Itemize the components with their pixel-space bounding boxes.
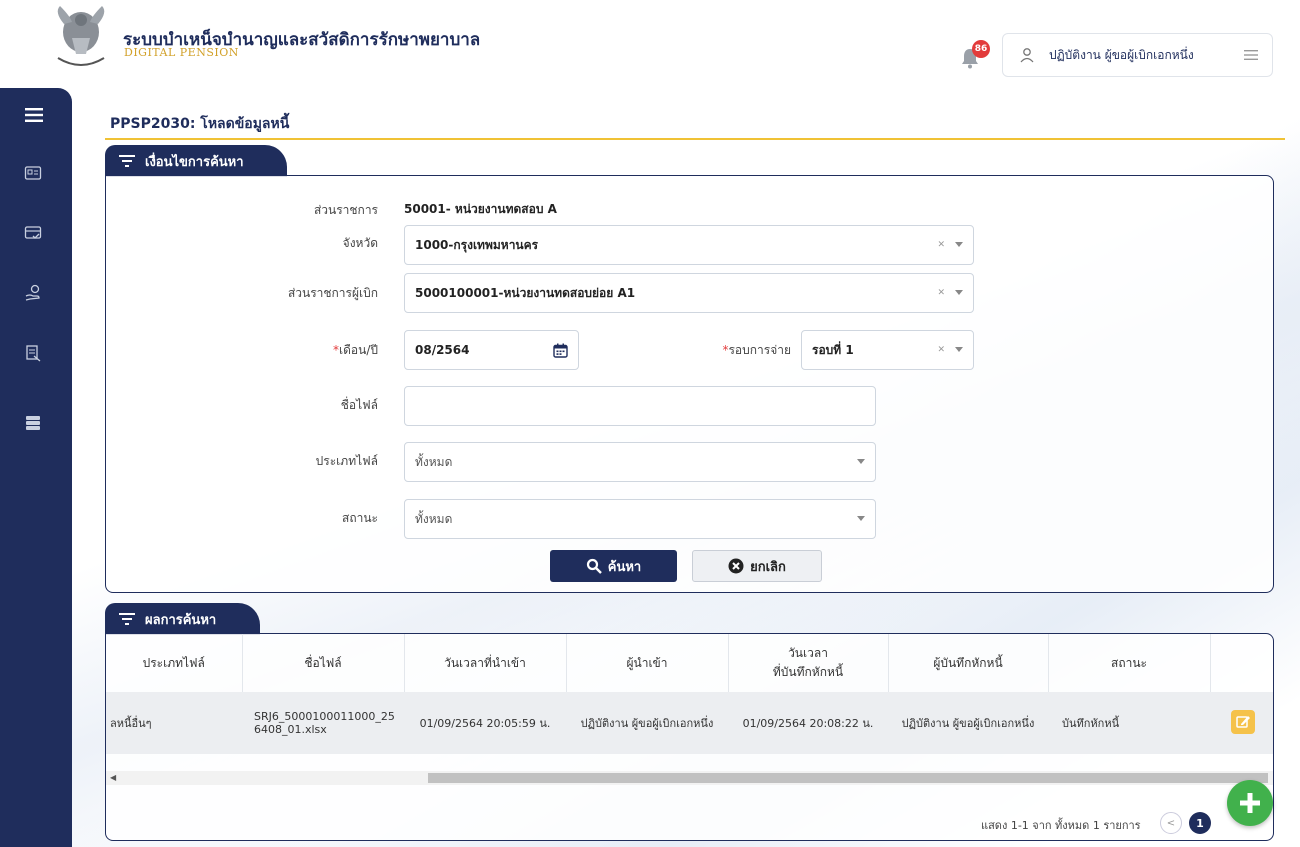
previous-page-button[interactable]: <	[1160, 812, 1182, 834]
search-section-tab: เงื่อนไขการค้นหา	[105, 145, 287, 177]
province-value: 1000-กรุงเทพมหานคร	[415, 237, 539, 252]
clear-icon[interactable]: ✕	[937, 240, 945, 250]
cancel-button-label: ยกเลิก	[750, 559, 786, 575]
sub-agency-label: ส่วนราชการผู้เบิก	[287, 286, 378, 300]
table-row[interactable]: ลหนี้อื่นๆ SRJ6_5000100011000_256408_01.…	[106, 692, 1273, 754]
scrollbar-thumb[interactable]	[428, 773, 1268, 783]
status-value: ทั้งหมด	[415, 511, 453, 526]
cell-filename: SRJ6_5000100011000_256408_01.xlsx	[242, 692, 404, 754]
cell-deduct-time: 01/09/2564 20:08:22 น.	[728, 692, 888, 754]
horizontal-scrollbar[interactable]: ◀	[106, 771, 1273, 785]
check-card-icon[interactable]	[24, 224, 42, 242]
round-value: รอบที่ 1	[812, 342, 854, 357]
filter-icon	[119, 613, 135, 625]
sub-agency-select[interactable]: 5000100001-หน่วยงานทดสอบย่อย A1 ✕	[404, 273, 974, 313]
status-select[interactable]: ทั้งหมด	[404, 499, 876, 539]
table-header-row: ประเภทไฟล์ ชื่อไฟล์ วันเวลาที่นำเข้า ผู้…	[106, 634, 1273, 692]
cell-deductor: ปฏิบัติงาน ผู้ขอผู้เบิกเอกหนึ่ง	[888, 692, 1048, 754]
results-section-title: ผลการค้นหา	[145, 612, 217, 628]
results-table: ประเภทไฟล์ ชื่อไฟล์ วันเวลาที่นำเข้า ผู้…	[106, 634, 1273, 754]
chevron-down-icon	[857, 459, 865, 464]
chevron-down-icon	[955, 347, 963, 352]
search-button-label: ค้นหา	[607, 559, 642, 575]
close-circle-icon	[728, 558, 744, 574]
add-button[interactable]	[1227, 780, 1273, 826]
hand-coin-icon[interactable]	[24, 284, 42, 302]
province-label: จังหวัด	[342, 236, 378, 250]
user-menu[interactable]: ปฏิบัติงาน ผู้ขอผู้เบิกเอกหนึ่ง	[1002, 33, 1273, 77]
clear-icon[interactable]: ✕	[937, 345, 945, 355]
agency-label: ส่วนราชการ	[313, 203, 378, 217]
filetype-label: ประเภทไฟล์	[315, 454, 378, 468]
results-section-tab: ผลการค้นหา	[105, 603, 260, 635]
hamburger-icon[interactable]	[1244, 49, 1258, 61]
agency-value: 50001- หน่วยงานทดสอบ A	[404, 202, 557, 216]
header: ระบบบำเหน็จบำนาญและสวัสดิการรักษาพยาบาล …	[0, 0, 1300, 88]
column-header	[1210, 634, 1273, 692]
column-header[interactable]: ประเภทไฟล์	[106, 634, 243, 692]
month-year-input[interactable]: 08/2564	[404, 330, 579, 370]
column-header[interactable]: ผู้บันทึกหักหนี้	[888, 634, 1049, 692]
user-name: ปฏิบัติงาน ผู้ขอผู้เบิกเอกหนึ่ง	[1049, 47, 1194, 62]
cell-action	[1210, 692, 1273, 754]
notification-badge: 86	[972, 40, 990, 58]
server-icon[interactable]	[24, 414, 42, 432]
search-button[interactable]: ค้นหา	[550, 550, 677, 582]
chevron-down-icon	[955, 290, 963, 295]
clear-icon[interactable]: ✕	[937, 288, 945, 298]
filter-icon	[119, 155, 135, 167]
document-icon[interactable]	[24, 344, 42, 362]
edit-icon[interactable]	[1230, 709, 1255, 734]
search-icon	[586, 558, 602, 574]
month-label: *เดือน/ปี	[333, 343, 378, 357]
current-page-button[interactable]: 1	[1189, 812, 1211, 834]
province-select[interactable]: 1000-กรุงเทพมหานคร ✕	[404, 225, 974, 265]
sub-agency-value: 5000100001-หน่วยงานทดสอบย่อย A1	[415, 285, 636, 300]
chevron-down-icon	[955, 242, 963, 247]
sidebar	[0, 88, 72, 847]
round-label: *รอบการจ่าย	[722, 343, 791, 357]
cell-importer: ปฏิบัติงาน ผู้ขอผู้เบิกเอกหนึ่ง	[566, 692, 728, 754]
column-header[interactable]: วันเวลาที่นำเข้า	[404, 634, 567, 692]
column-header[interactable]: ชื่อไฟล์	[242, 634, 405, 692]
pagination-info: แสดง 1-1 จาก ทั้งหมด 1 รายการ	[981, 819, 1141, 832]
results-panel: ประเภทไฟล์ ชื่อไฟล์ วันเวลาที่นำเข้า ผู้…	[105, 633, 1274, 841]
filetype-select[interactable]: ทั้งหมด	[404, 442, 876, 482]
calendar-icon[interactable]	[553, 343, 568, 358]
column-header[interactable]: สถานะ	[1048, 634, 1211, 692]
app-subtitle: DIGITAL PENSION	[124, 46, 239, 59]
cancel-button[interactable]: ยกเลิก	[692, 550, 822, 582]
user-icon	[1020, 48, 1034, 63]
chevron-down-icon	[857, 516, 865, 521]
status-label: สถานะ	[342, 511, 378, 525]
menu-icon[interactable]	[25, 106, 43, 124]
search-panel: ส่วนราชการ 50001- หน่วยงานทดสอบ A จังหวั…	[105, 175, 1274, 593]
id-card-icon[interactable]	[24, 164, 42, 182]
cell-status: บันทึกหักหนี้	[1048, 692, 1210, 754]
search-section-title: เงื่อนไขการค้นหา	[145, 154, 244, 170]
title-divider	[105, 138, 1285, 140]
cell-import-time: 01/09/2564 20:05:59 น.	[404, 692, 566, 754]
scroll-left-icon[interactable]: ◀	[110, 773, 116, 782]
month-value: 08/2564	[415, 343, 470, 357]
garuda-logo	[57, 6, 105, 66]
round-select[interactable]: รอบที่ 1 ✕	[801, 330, 974, 370]
column-header[interactable]: วันเวลา ที่บันทึกหักหนี้	[728, 634, 889, 692]
page-title: PPSP2030: โหลดข้อมูลหนี้	[110, 116, 290, 132]
filename-input[interactable]	[404, 386, 876, 426]
filetype-value: ทั้งหมด	[415, 454, 453, 469]
plus-icon	[1240, 793, 1260, 813]
filename-label: ชื่อไฟล์	[340, 398, 378, 412]
column-header[interactable]: ผู้นำเข้า	[566, 634, 729, 692]
cell-type: ลหนี้อื่นๆ	[106, 692, 242, 754]
